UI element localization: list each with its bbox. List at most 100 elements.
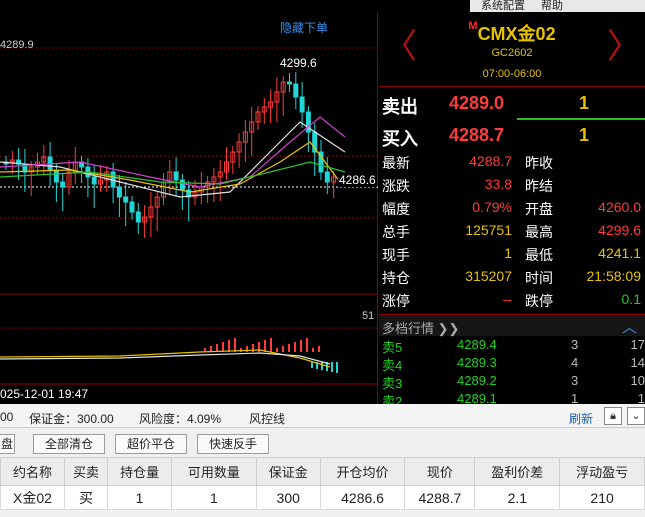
candle-body [293, 83, 299, 98]
over-price-close-button[interactable]: 超价平仓 [115, 434, 187, 454]
stat-row: 现手 1 最低 4241.1 [379, 242, 645, 265]
stat-value: 125751 [465, 222, 512, 238]
depth-total: 17 [630, 337, 645, 352]
close-all-button[interactable]: 全部清仓 [33, 434, 105, 454]
lock-icon[interactable]: 🔒︎ [604, 407, 622, 425]
table-cell: 1 [171, 485, 257, 510]
column-header[interactable]: 买卖 [63, 457, 109, 486]
quote-stats: 最新 4288.7 昨收 4254.9 涨跌 33.8 昨结 4254.9 幅度 0.79% 开盘 4… [379, 150, 645, 311]
depth-price: 4289.3 [457, 355, 497, 370]
signal-line [0, 352, 331, 365]
truncated-button[interactable]: 盘 [0, 434, 15, 454]
stat-value: 4260.0 [598, 199, 641, 215]
sell-row[interactable]: 卖出 4289.0 1 [379, 88, 645, 118]
last-price-label: 4286.6 [338, 173, 377, 187]
stat-value: -- [502, 291, 512, 307]
risk-text: 风险度：4.09% [139, 412, 222, 426]
table-cell: 4288.7 [404, 485, 476, 510]
stat-value: 4299.6 [598, 222, 641, 238]
stat-label: 总手 [382, 224, 410, 240]
stat-row: 持仓 315207 时间 21:58:09 [379, 265, 645, 288]
menu-help[interactable]: 帮助 [541, 0, 563, 12]
column-header[interactable]: 持仓量 [107, 457, 173, 486]
stat-value: 0.79% [472, 199, 512, 215]
positions-table: 约名称 买卖 持仓量 可用数量 保证金 开仓均价 现价 盈利价差 浮动盈亏 X金02 买 1 1 300… [0, 457, 645, 510]
top-menu: 系统配置 帮助 [470, 0, 645, 12]
stat-value: 4254.9 [598, 176, 641, 192]
depth-qty: 3 [571, 373, 579, 388]
candle-body [53, 169, 59, 183]
menu-system-config[interactable]: 系统配置 [481, 0, 525, 12]
account-truncated: 00 [0, 410, 14, 424]
price-axis-label: 4289.9 [0, 39, 34, 51]
trade-area: 00 保证金：300.00 风险度：4.09% 风控线 刷新 🔒︎ ⌄ 盘 全部… [0, 404, 645, 517]
account-bar: 00 保证金：300.00 风险度：4.09% 风控线 刷新 🔒︎ ⌄ [0, 404, 645, 428]
buy-volume: 1 [579, 125, 590, 145]
depth-header[interactable]: 多档行情 ❯❯ ︿ [379, 314, 645, 336]
stat-value: 4254.9 [598, 153, 641, 169]
depth-qty: 3 [571, 337, 579, 352]
stat-label: 时间 [525, 270, 553, 286]
column-header[interactable]: 现价 [404, 457, 476, 486]
chart-datetime: 025-12-01 19:47 [0, 387, 89, 401]
candle-body [129, 201, 135, 213]
sell-volume: 1 [579, 93, 590, 113]
depth-row[interactable]: 卖3 4289.2 3 10 [379, 372, 645, 391]
candle-body [91, 176, 97, 185]
column-header[interactable]: 开仓均价 [319, 457, 406, 486]
depth-price: 4289.4 [457, 337, 497, 352]
collapse-icon[interactable]: ︿ [622, 316, 637, 337]
column-header[interactable]: 浮动盈亏 [559, 457, 645, 486]
depth-title: 多档行情 ❯❯ [382, 321, 460, 336]
candle-body [179, 179, 185, 191]
dropdown-icon[interactable]: ⌄ [627, 407, 645, 425]
stat-value: 21:58:09 [586, 268, 642, 284]
candlestick-svg [0, 47, 378, 385]
macd-value-label: 51 [362, 310, 375, 322]
stat-label: 开盘 [525, 201, 553, 217]
stat-label: 幅度 [382, 201, 410, 217]
table-cell: X金02 [0, 485, 65, 510]
quote-panel: 〈 〉 MCMX金02 GC2602 07:00-06:00 卖出 4289.0… [379, 12, 645, 409]
column-header[interactable]: 盈利价差 [474, 457, 561, 486]
table-row[interactable]: X金02 买 1 1 300 4286.6 4288.7 2.1 210 [0, 485, 645, 510]
depth-qty: 4 [571, 355, 579, 370]
instrument-name: MCMX金02 [379, 20, 645, 46]
stat-label: 持仓 [382, 270, 410, 286]
stat-label: 最高 [525, 224, 553, 240]
stat-label: 最低 [525, 247, 553, 263]
depth-total: 10 [630, 373, 645, 388]
ma-line-magenta [0, 116, 346, 188]
column-header[interactable]: 保证金 [255, 457, 321, 486]
table-cell: 2.1 [474, 485, 561, 510]
action-bar: 盘 全部清仓 超价平仓 快速反手 [0, 429, 645, 457]
depth-total: 14 [630, 355, 645, 370]
candle-body [135, 211, 141, 223]
quick-reverse-button[interactable]: 快速反手 [197, 434, 269, 454]
instrument-code: GC2602 [491, 47, 533, 59]
stat-row: 涨跌 33.8 昨结 4254.9 [379, 173, 645, 196]
candle-body [116, 186, 122, 198]
column-header[interactable]: 约名称 [0, 457, 65, 486]
table-cell: 300 [255, 485, 321, 510]
table-cell: 买 [63, 485, 109, 510]
column-header[interactable]: 可用数量 [171, 457, 257, 486]
stat-label: 最新 [382, 155, 410, 171]
candle-body [287, 81, 292, 85]
buy-row[interactable]: 买入 4288.7 1 [379, 120, 645, 150]
candle-body [123, 196, 129, 203]
candle-body [299, 96, 305, 113]
refresh-button[interactable]: 刷新 [569, 410, 593, 427]
trading-session: 07:00-06:00 [482, 68, 542, 80]
kline-chart[interactable]: 隐藏下单 4289.9 4299.6 4286.6 51 025-12-01 1… [0, 12, 378, 404]
stat-row: 最新 4288.7 昨收 4254.9 [379, 150, 645, 173]
stat-label: 涨跌 [382, 178, 410, 194]
margin-text: 保证金：300.00 [29, 412, 114, 426]
table-cell: 4286.6 [319, 485, 406, 510]
hide-order-button[interactable]: 隐藏下单 [280, 19, 328, 36]
depth-row[interactable]: 卖5 4289.4 3 17 [379, 336, 645, 355]
stat-row: 总手 125751 最高 4299.6 [379, 219, 645, 242]
stat-label: 涨停 [382, 293, 410, 309]
stat-label: 昨结 [525, 178, 553, 194]
depth-row[interactable]: 卖4 4289.3 4 14 [379, 354, 645, 373]
